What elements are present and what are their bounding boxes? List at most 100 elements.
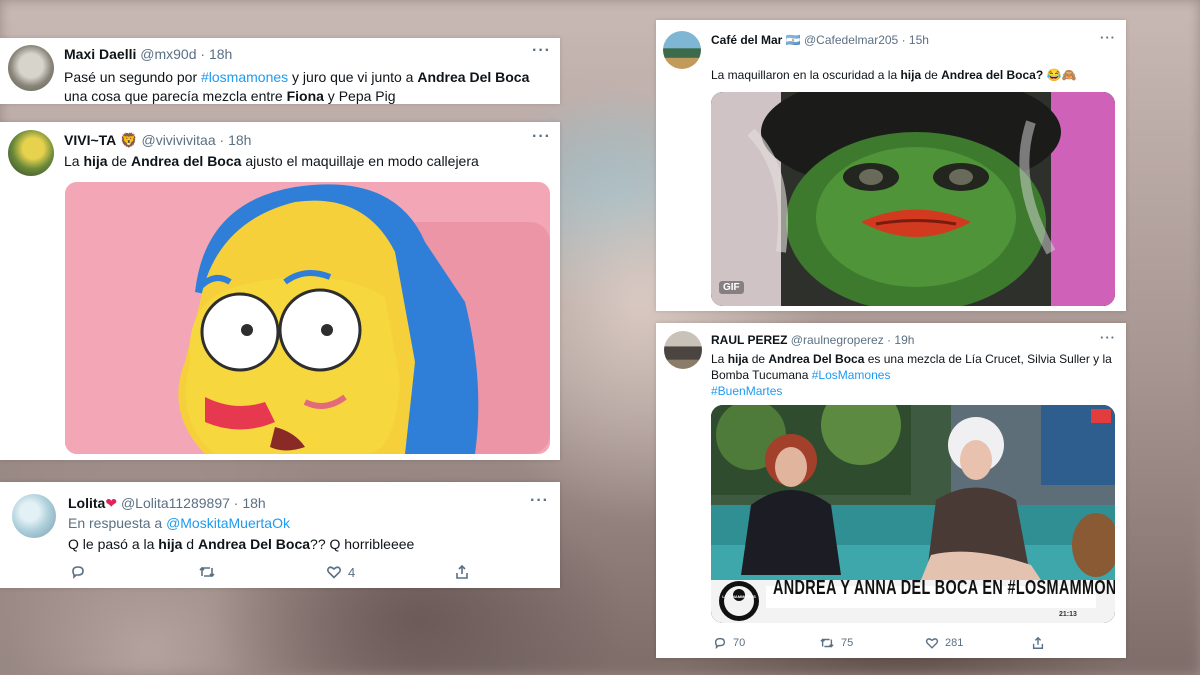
reply-prefix: En respuesta a — [68, 515, 167, 531]
heart-icon — [925, 638, 939, 649]
share-button[interactable] — [454, 564, 470, 580]
text-highlight: hija — [900, 68, 922, 82]
reply-icon — [714, 637, 726, 650]
display-name[interactable]: RAUL PEREZ — [711, 333, 787, 347]
more-options-icon[interactable]: ··· — [1100, 330, 1116, 345]
text-segment: La — [711, 352, 728, 366]
tweet-card-vivita[interactable]: VIVI~TA 🦁 @vivivivitaa · 18h ··· La hija… — [0, 122, 560, 460]
text-segment: La — [64, 153, 84, 169]
tweet-image-tv-show[interactable]: ANDREA Y ANNA DEL BOCA EN #LOSMAMMONES L… — [711, 405, 1115, 623]
reply-icon — [72, 566, 84, 579]
text-highlight: hija — [727, 352, 749, 366]
time-separator: · — [887, 333, 892, 347]
more-options-icon[interactable]: ··· — [1100, 30, 1116, 45]
more-options-icon[interactable]: ··· — [530, 492, 549, 510]
tweet-card-maxi[interactable]: Maxi Daelli @mx90d · 18h ··· Pasé un seg… — [0, 38, 560, 104]
retweet-icon — [199, 566, 215, 578]
display-name[interactable]: Café del Mar — [711, 33, 782, 47]
display-name[interactable]: Lolita — [68, 495, 105, 511]
tweet-card-cafedelmar[interactable]: Café del Mar 🇦🇷 @Cafedelmar205 · 15h ···… — [656, 20, 1126, 311]
display-name[interactable]: VIVI~TA — [64, 132, 116, 148]
lion-emoji-icon: 🦁 — [120, 132, 138, 148]
text-highlight: hija — [83, 153, 108, 169]
display-name[interactable]: Maxi Daelli — [64, 46, 136, 62]
text-segment: d — [182, 536, 198, 552]
timestamp[interactable]: 19h — [894, 333, 914, 347]
retweet-button[interactable] — [198, 564, 326, 580]
hashtag-link[interactable]: #LosMamones — [812, 368, 891, 382]
hashtag-link[interactable]: #losmamones — [201, 69, 288, 85]
user-handle[interactable]: @mx90d — [140, 46, 196, 62]
text-highlight: Fiona — [286, 88, 324, 104]
text-segment: de — [107, 153, 131, 169]
cartoon-face-illustration — [65, 182, 550, 454]
text-highlight: Andrea Del Boca — [768, 352, 865, 366]
text-segment: La maquillaron en la oscuridad a la — [711, 68, 901, 82]
tweet-text: La hija de Andrea Del Boca es una mezcla… — [711, 351, 1112, 399]
text-highlight: Andrea del Boca? — [941, 68, 1044, 82]
text-segment: 😂🙈 — [1043, 68, 1077, 82]
tweet-actions: 4 — [70, 564, 480, 580]
tweet-text: Q le pasó a la hija d Andrea Del Boca?? … — [68, 536, 414, 552]
text-segment: Q le pasó a la — [68, 536, 159, 552]
reply-button[interactable]: 70 — [713, 636, 819, 650]
user-handle[interactable]: @raulnegroperez — [791, 333, 884, 347]
text-highlight: Andrea Del Boca — [417, 69, 530, 85]
like-count: 4 — [348, 564, 356, 580]
user-handle[interactable]: @Cafedelmar205 — [804, 33, 898, 47]
text-segment: y juro que vi junto a — [288, 69, 418, 85]
gremlin-gif-frame — [711, 92, 1115, 306]
avatar[interactable] — [8, 45, 54, 91]
timestamp[interactable]: 18h — [228, 132, 251, 148]
reply-button[interactable] — [70, 564, 198, 580]
tweet-actions: 70 75 281 — [713, 636, 1103, 650]
tweet-text: La hija de Andrea del Boca ajusto el maq… — [64, 153, 479, 169]
time-separator: · — [200, 46, 206, 62]
retweet-count: 75 — [841, 637, 854, 649]
tweet-card-lolita[interactable]: Lolita❤ @Lolita11289897 · 18h ··· En res… — [0, 482, 560, 588]
hashtag-link[interactable]: #BuenMartes — [711, 384, 782, 398]
reply-count: 70 — [733, 637, 746, 649]
show-logo: LOS MAMMONES — [722, 594, 756, 599]
user-handle[interactable]: @vivivivitaa — [141, 132, 215, 148]
reply-to-link[interactable]: @MoskitaMuertaOk — [166, 515, 290, 531]
avatar[interactable] — [12, 494, 56, 538]
user-handle[interactable]: @Lolita11289897 — [121, 495, 230, 511]
retweet-button[interactable]: 75 — [819, 636, 925, 650]
broadcast-clock: 21:13 — [1059, 611, 1077, 618]
text-highlight: Andrea del Boca — [130, 153, 242, 169]
tweet-text: La maquillaron en la oscuridad a la hija… — [711, 68, 1076, 82]
more-options-icon[interactable]: ··· — [532, 128, 551, 146]
avatar[interactable] — [8, 130, 54, 176]
text-highlight: Andrea Del Boca — [197, 536, 311, 552]
gif-badge: GIF — [719, 281, 744, 294]
heart-emoji-icon: ❤ — [105, 495, 118, 511]
reply-context: En respuesta a @MoskitaMuertaOk — [68, 515, 290, 531]
avatar[interactable] — [664, 331, 702, 369]
share-icon — [1032, 636, 1044, 649]
text-highlight: hija — [158, 536, 183, 552]
like-button[interactable]: 4 — [326, 564, 454, 580]
time-separator: · — [901, 33, 906, 47]
tweet-gif-gremlin[interactable]: GIF — [711, 92, 1115, 306]
timestamp[interactable]: 18h — [242, 495, 265, 511]
text-segment: Bomba Tucumana — [711, 368, 812, 382]
text-segment: una cosa que parecía mezcla entre — [64, 88, 287, 104]
more-options-icon[interactable]: ··· — [532, 42, 551, 60]
share-button[interactable] — [1031, 636, 1045, 650]
like-button[interactable]: 281 — [925, 636, 1031, 650]
share-icon — [456, 564, 468, 579]
argentina-flag-icon: 🇦🇷 — [785, 33, 801, 47]
text-segment: y Pepa Pig — [323, 88, 396, 104]
retweet-icon — [820, 638, 834, 648]
timestamp[interactable]: 18h — [209, 46, 232, 62]
text-segment: ajusto el maquillaje en modo callejera — [241, 153, 479, 169]
text-segment: es una mezcla de Lía Crucet, Silvia Sull… — [864, 352, 1112, 366]
tweet-card-raulperez[interactable]: RAUL PEREZ @raulnegroperez · 19h ··· La … — [656, 323, 1126, 658]
timestamp[interactable]: 15h — [909, 33, 929, 47]
like-count: 281 — [945, 637, 964, 649]
tweet-image-cartoon[interactable] — [65, 182, 550, 454]
avatar[interactable] — [663, 31, 701, 69]
heart-icon — [327, 566, 341, 579]
text-segment: Pasé un segundo por — [64, 69, 201, 85]
